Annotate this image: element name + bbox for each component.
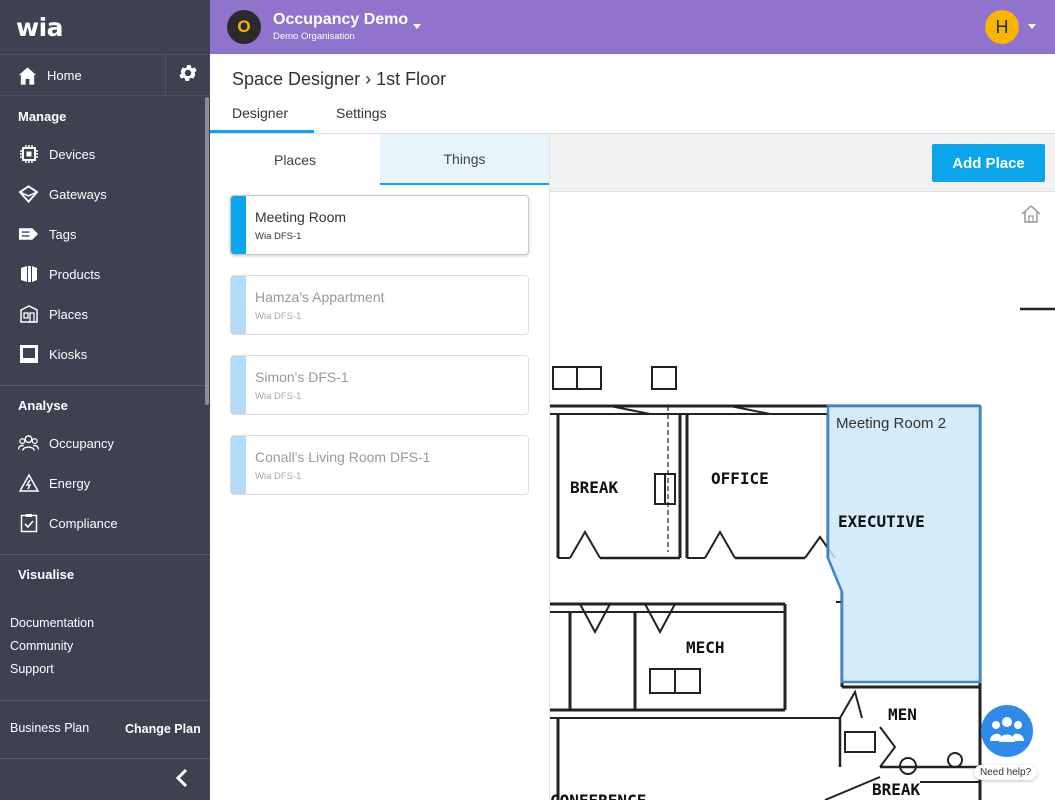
kiosk-icon — [18, 344, 39, 365]
sidebar-item-occupancy[interactable]: Occupancy — [0, 426, 205, 460]
sidebar-divider — [0, 554, 210, 555]
room-label-office: OFFICE — [711, 469, 769, 488]
add-place-button[interactable]: Add Place — [932, 144, 1045, 182]
place-card[interactable]: Simon's DFS-1 Wia DFS-1 — [230, 355, 529, 415]
org-name[interactable]: Occupancy Demo — [273, 11, 408, 29]
place-card[interactable]: Hamza's Appartment Wia DFS-1 — [230, 275, 529, 335]
sidebar-item-places[interactable]: Places — [0, 297, 205, 331]
place-name: Simon's DFS-1 — [255, 369, 349, 385]
room-label-break: BREAK — [570, 478, 619, 497]
place-card-stripe — [231, 196, 246, 254]
help-button[interactable] — [981, 705, 1033, 757]
place-device: Wia DFS-1 — [255, 391, 302, 402]
org-avatar[interactable]: O — [227, 10, 261, 44]
need-help-label[interactable]: Need help? — [974, 765, 1038, 780]
sidebar-item-label: Places — [49, 306, 89, 322]
user-dropdown-caret-icon[interactable] — [1028, 24, 1036, 29]
collapse-sidebar-button[interactable] — [170, 768, 194, 792]
room-label-conference: CONFERENCE — [550, 791, 646, 800]
chevron-left-icon — [175, 768, 189, 793]
sidebar-item-label: Gateways — [49, 186, 107, 202]
section-visualise[interactable]: Visualise — [18, 567, 74, 582]
sidebar-item-label: Home — [47, 68, 82, 83]
sidebar-item-devices[interactable]: Devices — [0, 137, 205, 171]
documentation-link[interactable]: Documentation — [10, 616, 94, 630]
sidebar-item-label: Compliance — [49, 515, 118, 531]
sidebar-item-label: Tags — [49, 226, 77, 242]
org-dropdown-caret-icon[interactable] — [413, 24, 421, 29]
sidebar-divider — [0, 385, 210, 386]
place-name: Meeting Room — [255, 209, 347, 225]
sidebar-divider — [0, 700, 210, 701]
home-icon — [17, 65, 38, 86]
place-card-stripe — [231, 356, 246, 414]
place-card[interactable]: Conall's Living Room DFS-1 Wia DFS-1 — [230, 435, 529, 495]
place-card[interactable]: Meeting Room Wia DFS-1 — [230, 195, 529, 255]
designer-toolbar: Add Place — [550, 134, 1055, 192]
sidebar-item-label: Products — [49, 266, 101, 282]
gear-icon — [177, 62, 199, 89]
community-link[interactable]: Community — [10, 639, 73, 653]
wia-logo[interactable]: wia — [16, 13, 64, 42]
sidebar-divider — [0, 758, 210, 759]
plan-label: Business Plan — [10, 721, 90, 735]
room-label-executive: EXECUTIVE — [838, 512, 925, 531]
devices-icon — [18, 144, 39, 165]
sidebar-item-label: Occupancy — [49, 435, 115, 451]
place-name: Hamza's Appartment — [255, 289, 385, 305]
subtab-places[interactable]: Places — [210, 134, 380, 185]
top-bar: O Occupancy Demo Demo Organisation H — [210, 0, 1055, 54]
people-icon — [989, 714, 1025, 749]
place-device: Wia DFS-1 — [255, 311, 302, 322]
energy-icon — [18, 473, 39, 494]
sidebar-item-products[interactable]: Products — [0, 257, 205, 291]
user-avatar[interactable]: H — [985, 10, 1019, 44]
occupancy-icon — [18, 433, 39, 454]
sidebar-item-label: Kiosks — [49, 346, 88, 362]
subtab-things[interactable]: Things — [380, 134, 549, 185]
places-icon — [18, 304, 39, 325]
room-label-mech: MECH — [686, 638, 725, 657]
change-plan-link[interactable]: Change Plan — [125, 722, 201, 736]
help-widget[interactable]: Need help? — [974, 705, 1038, 783]
support-link[interactable]: Support — [10, 662, 54, 676]
room-label-break2: BREAK — [872, 780, 921, 799]
products-icon — [18, 264, 39, 285]
page-title: Space Designer › 1st Floor — [232, 69, 447, 89]
place-overlay-label[interactable]: Meeting Room 2 — [836, 415, 946, 432]
sidebar-item-label: Devices — [49, 146, 96, 162]
sidebar: wia Home Manage Devices Gateways Tags Pr… — [0, 0, 210, 800]
place-card-stripe — [231, 436, 246, 494]
sidebar-item-gateways[interactable]: Gateways — [0, 177, 205, 211]
tab-settings[interactable]: Settings — [336, 105, 387, 121]
sidebar-item-energy[interactable]: Energy — [0, 466, 205, 500]
room-label-men: MEN — [888, 705, 917, 724]
place-card-stripe — [231, 276, 246, 334]
sidebar-item-kiosks[interactable]: Kiosks — [0, 337, 205, 371]
sidebar-item-home[interactable]: Home — [0, 55, 165, 96]
sidebar-item-tags[interactable]: Tags — [0, 217, 205, 251]
designer-canvas[interactable]: Add Place BREAK OFFICE EXECUTIVE MECH ME… — [550, 134, 1055, 800]
place-name: Conall's Living Room DFS-1 — [255, 449, 431, 465]
section-analyse: Analyse — [18, 398, 68, 413]
place-device: Wia DFS-1 — [255, 231, 302, 242]
tag-icon — [18, 224, 39, 245]
sidebar-scrollbar[interactable] — [205, 97, 209, 405]
places-panel: Places Things Meeting Room Wia DFS-1 Ham… — [210, 134, 550, 800]
tab-designer[interactable]: Designer — [232, 105, 288, 121]
section-manage: Manage — [18, 109, 67, 124]
sidebar-item-compliance[interactable]: Compliance — [0, 506, 205, 540]
sidebar-item-label: Energy — [49, 475, 91, 491]
org-subtitle: Demo Organisation — [273, 31, 355, 42]
gateways-icon — [18, 184, 39, 205]
home-row: Home — [0, 54, 210, 96]
settings-button[interactable] — [165, 55, 210, 96]
compliance-icon — [18, 513, 39, 534]
place-device: Wia DFS-1 — [255, 471, 302, 482]
